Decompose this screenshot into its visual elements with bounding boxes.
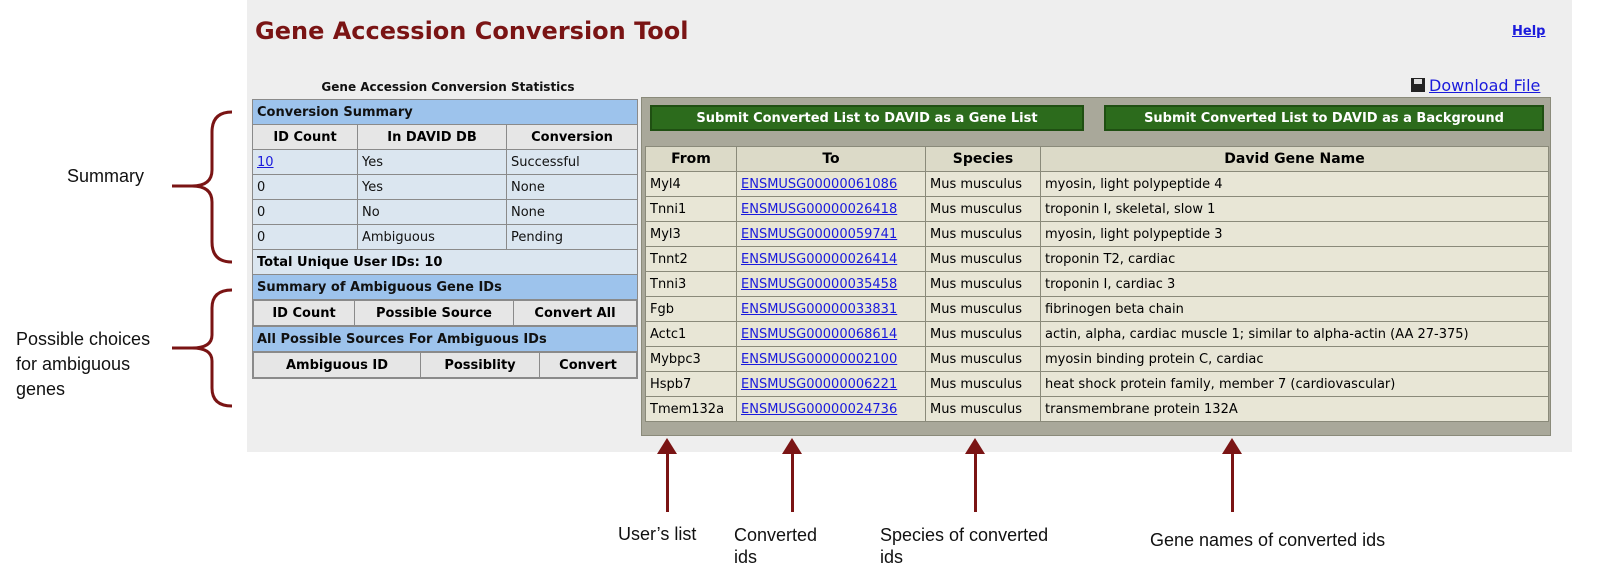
gene-names-annotation: Gene names of converted ids [1150, 530, 1386, 550]
species-line: ids [880, 547, 904, 567]
arrow-gene-names [1231, 452, 1234, 512]
species-line: Species of converted [880, 525, 1049, 545]
converted-ids-line: Converted [734, 525, 818, 545]
arrow-head-icon [657, 438, 677, 454]
arrow-head-icon [965, 438, 985, 454]
species-annotation: Species of converted ids [880, 524, 1048, 568]
arrow-users-list [666, 452, 669, 512]
summary-brace [172, 110, 233, 264]
converted-ids-line: ids [734, 547, 758, 567]
arrow-head-icon [782, 438, 802, 454]
arrow-converted-ids [791, 452, 794, 512]
arrow-head-icon [1222, 438, 1242, 454]
users-list-annotation: User’s list [618, 524, 697, 544]
ambiguous-brace [172, 288, 233, 408]
arrow-species [974, 452, 977, 512]
converted-ids-annotation: Converted ids [734, 524, 817, 568]
annotation-braces [172, 110, 233, 408]
